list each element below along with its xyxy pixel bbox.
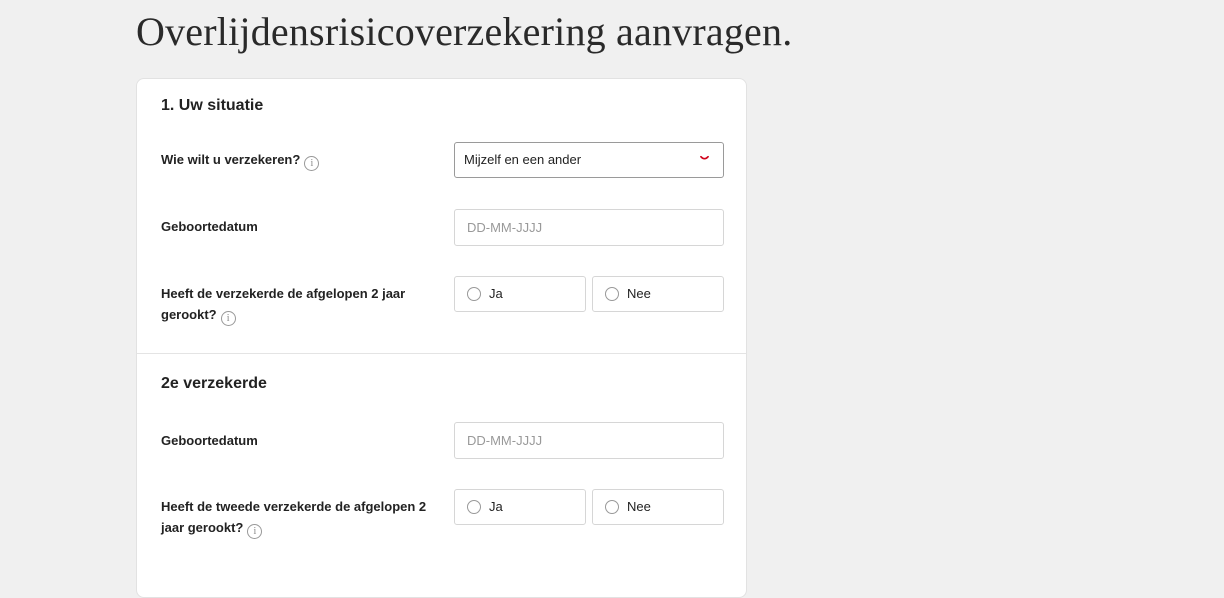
second-birthdate-input[interactable] [454, 422, 724, 459]
info-icon[interactable]: i [220, 311, 236, 326]
section-divider [137, 353, 746, 354]
who-to-insure-label: Wie wilt u verzekeren? i [161, 149, 441, 171]
second-smoked-yes-radio[interactable]: Ja [454, 489, 586, 525]
radio-circle-icon [605, 287, 619, 301]
info-icon[interactable]: i [247, 524, 263, 539]
second-smoked-no-radio[interactable]: Nee [592, 489, 724, 525]
second-smoked-question-label: Heeft de tweede verzekerde de afgelopen … [161, 496, 441, 539]
radio-label-yes: Ja [489, 286, 503, 301]
smoked-question-label: Heeft de verzekerde de afgelopen 2 jaar … [161, 283, 441, 326]
radio-label-no: Nee [627, 286, 651, 301]
section-title-second-insured: 2e verzekerde [161, 375, 267, 392]
radio-circle-icon [467, 500, 481, 514]
birthdate-label: Geboortedatum [161, 219, 258, 234]
section-title-situation: 1. Uw situatie [161, 97, 264, 114]
radio-label-no: Nee [627, 499, 651, 514]
smoked-no-radio[interactable]: Nee [592, 276, 724, 312]
birthdate-input[interactable] [454, 209, 724, 246]
smoked-yes-radio[interactable]: Ja [454, 276, 586, 312]
second-birthdate-label: Geboortedatum [161, 433, 258, 448]
second-smoked-question-text: Heeft de tweede verzekerde de afgelopen … [161, 499, 427, 535]
chevron-down-icon [700, 155, 709, 160]
application-form-card: 1. Uw situatie Wie wilt u verzekeren? i M… [136, 78, 747, 598]
radio-label-yes: Ja [489, 499, 503, 514]
radio-circle-icon [605, 500, 619, 514]
page-title: Overlijdensrisicoverzekering aanvragen. [136, 9, 793, 54]
who-to-insure-select[interactable]: Mijzelf en een ander [454, 142, 724, 178]
who-to-insure-value: Mijzelf en een ander [464, 152, 582, 167]
info-icon[interactable]: i [304, 156, 320, 171]
smoked-question-text: Heeft de verzekerde de afgelopen 2 jaar … [161, 286, 406, 322]
who-to-insure-label-text: Wie wilt u verzekeren? [161, 152, 301, 167]
radio-circle-icon [467, 287, 481, 301]
